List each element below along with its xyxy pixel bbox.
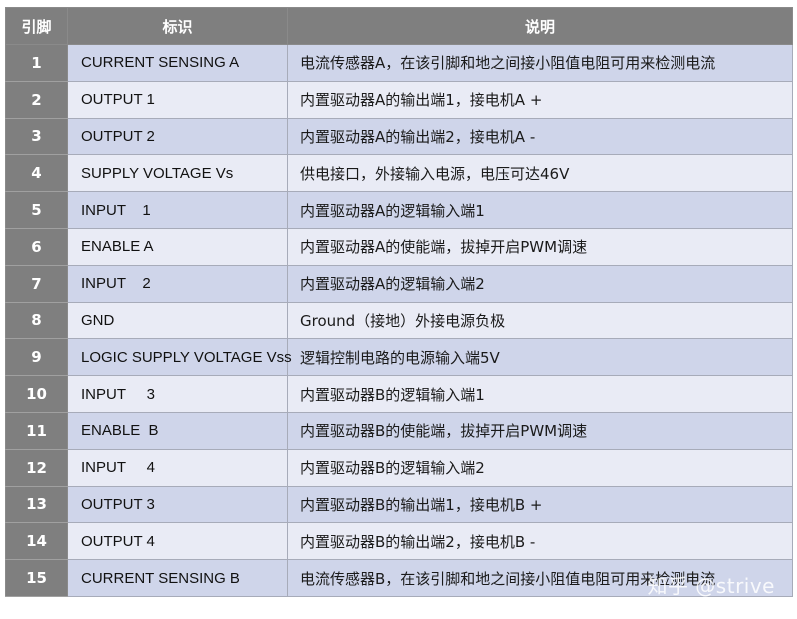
id-cell: INPUT 4 (67, 448, 288, 487)
id-cell: SUPPLY VOLTAGE Vs (67, 154, 288, 193)
pin-cell: 8 (5, 301, 68, 340)
table-row: 4 SUPPLY VOLTAGE Vs 供电接口，外接输入电源，电压可达46V (5, 154, 793, 193)
id-cell: ENABLE B (67, 411, 288, 450)
pin-cell: 4 (5, 154, 68, 193)
id-cell: ENABLE A (67, 227, 288, 266)
table-row: 6 ENABLE A 内置驱动器A的使能端，拔掉开启PWM调速 (5, 227, 793, 266)
pin-table: 引脚 标识 说明 1 CURRENT SENSING A 电流传感器A，在该引脚和地… (5, 7, 793, 597)
id-cell: INPUT 3 (67, 375, 288, 413)
table-row: 5 INPUT 1 内置驱动器A的逻辑输入端1 (5, 191, 793, 229)
desc-cell: 内置驱动器A的输出端2，接电机A - (287, 117, 793, 156)
id-cell: INPUT 1 (67, 191, 288, 229)
header-pin: 引脚 (5, 7, 68, 45)
id-cell: CURRENT SENSING A (67, 44, 288, 82)
table-row: 9 LOGIC SUPPLY VOLTAGE Vss 逻辑控制电路的电源输入端5V (5, 338, 793, 377)
table-row: 13 OUTPUT 3 内置驱动器B的输出端1，接电机B + (5, 485, 793, 524)
desc-cell: 内置驱动器B的逻辑输入端1 (287, 375, 793, 413)
table-row: 12 INPUT 4 内置驱动器B的逻辑输入端2 (5, 448, 793, 487)
pin-cell: 15 (5, 559, 68, 597)
pin-cell: 7 (5, 264, 68, 303)
pin-cell: 3 (5, 117, 68, 156)
desc-cell: 电流传感器A，在该引脚和地之间接小阻值电阻可用来检测电流 (287, 44, 793, 82)
table-row: 1 CURRENT SENSING A 电流传感器A，在该引脚和地之间接小阻值电阻可… (5, 44, 793, 82)
desc-cell: 内置驱动器B的输出端1，接电机B + (287, 485, 793, 524)
header-id: 标识 (67, 7, 288, 45)
table-header-row: 引脚 标识 说明 (5, 7, 793, 45)
table-row: 15 CURRENT SENSING B 电流传感器B，在该引脚和地之间接小阻值电阻… (5, 559, 793, 597)
id-cell: OUTPUT 2 (67, 117, 288, 156)
id-cell: OUTPUT 4 (67, 522, 288, 561)
pin-cell: 12 (5, 448, 68, 487)
desc-cell: 内置驱动器A的使能端，拔掉开启PWM调速 (287, 227, 793, 266)
id-cell: OUTPUT 3 (67, 485, 288, 524)
desc-cell: 内置驱动器A的逻辑输入端2 (287, 264, 793, 303)
desc-cell: 电流传感器B，在该引脚和地之间接小阻值电阻可用来检测电流 (287, 559, 793, 597)
pin-cell: 14 (5, 522, 68, 561)
table-body: 1 CURRENT SENSING A 电流传感器A，在该引脚和地之间接小阻值电阻可… (5, 44, 793, 597)
id-cell: OUTPUT 1 (67, 80, 288, 119)
pin-cell: 9 (5, 338, 68, 377)
table-row: 10 INPUT 3 内置驱动器B的逻辑输入端1 (5, 375, 793, 413)
table-row: 11 ENABLE B 内置驱动器B的使能端，拔掉开启PWM调速 (5, 411, 793, 450)
header-desc: 说明 (287, 7, 793, 45)
desc-cell: 内置驱动器A的逻辑输入端1 (287, 191, 793, 229)
table-row: 14 OUTPUT 4 内置驱动器B的输出端2，接电机B - (5, 522, 793, 561)
pin-cell: 11 (5, 411, 68, 450)
id-cell: GND (67, 301, 288, 340)
desc-cell: 供电接口，外接输入电源，电压可达46V (287, 154, 793, 193)
id-cell: CURRENT SENSING B (67, 559, 288, 597)
pin-cell: 13 (5, 485, 68, 524)
id-cell: LOGIC SUPPLY VOLTAGE Vss (67, 338, 292, 377)
table-row: 2 OUTPUT 1 内置驱动器A的输出端1，接电机A + (5, 80, 793, 119)
pin-cell: 10 (5, 375, 68, 413)
desc-cell: 逻辑控制电路的电源输入端5V (287, 338, 793, 377)
desc-cell: 内置驱动器B的逻辑输入端2 (287, 448, 793, 487)
desc-cell: Ground（接地）外接电源负极 (287, 301, 793, 340)
desc-cell: 内置驱动器B的输出端2，接电机B - (287, 522, 793, 561)
table-row: 8 GND Ground（接地）外接电源负极 (5, 301, 793, 340)
pin-cell: 5 (5, 191, 68, 229)
desc-cell: 内置驱动器B的使能端，拔掉开启PWM调速 (287, 411, 793, 450)
pin-cell: 1 (5, 44, 68, 82)
pin-cell: 2 (5, 80, 68, 119)
id-cell: INPUT 2 (67, 264, 288, 303)
desc-cell: 内置驱动器A的输出端1，接电机A + (287, 80, 793, 119)
table-row: 7 INPUT 2 内置驱动器A的逻辑输入端2 (5, 264, 793, 303)
table-row: 3 OUTPUT 2 内置驱动器A的输出端2，接电机A - (5, 117, 793, 156)
pin-cell: 6 (5, 227, 68, 266)
